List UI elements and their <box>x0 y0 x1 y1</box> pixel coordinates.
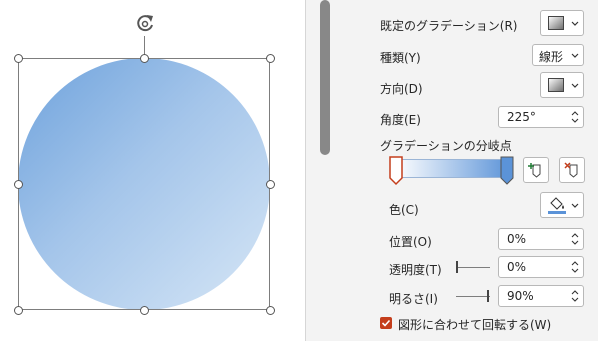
transparency-value: 0% <box>507 260 527 274</box>
position-label: 位置(O) <box>389 235 432 249</box>
scrollbar-thumb[interactable] <box>320 0 330 155</box>
type-select[interactable]: 線形 <box>532 44 584 66</box>
type-select-value: 線形 <box>539 50 564 64</box>
spin-arrows-icon[interactable] <box>571 259 579 275</box>
position-value: 0% <box>507 232 527 246</box>
gradient-preview-icon <box>548 16 564 30</box>
resize-handle-left[interactable] <box>14 180 23 189</box>
resize-handle-top-right[interactable] <box>266 54 275 63</box>
add-gradient-stop-button[interactable] <box>523 157 549 183</box>
paint-bucket-icon <box>548 197 566 214</box>
rotate-with-shape-label[interactable]: 図形に合わせて回転する(W) <box>398 316 551 333</box>
gradient-stops-bar[interactable] <box>394 159 512 178</box>
type-label: 種類(Y) <box>380 51 421 65</box>
angle-label: 角度(E) <box>380 113 421 127</box>
gradient-preview-icon <box>548 78 564 92</box>
spin-arrows-icon[interactable] <box>571 288 579 304</box>
gradient-stops-heading: グラデーションの分岐点 <box>380 139 512 153</box>
spin-arrows-icon[interactable] <box>571 109 579 125</box>
rotate-with-shape-checkbox[interactable] <box>380 317 392 329</box>
direction-dropdown[interactable] <box>540 72 584 98</box>
resize-handle-bottom-left[interactable] <box>14 306 23 315</box>
color-picker-button[interactable] <box>540 192 584 218</box>
angle-spinner[interactable]: 225° <box>498 106 584 128</box>
brightness-label: 明るさ(I) <box>389 292 438 306</box>
checkmark-icon <box>381 319 391 327</box>
transparency-label: 透明度(T) <box>389 263 442 277</box>
spin-arrows-icon[interactable] <box>571 231 579 247</box>
rotate-icon[interactable] <box>134 12 156 34</box>
preset-gradient-dropdown[interactable] <box>540 10 584 36</box>
preset-gradient-label: 既定のグラデーション(R) <box>380 19 518 33</box>
transparency-slider[interactable] <box>456 267 490 268</box>
brightness-value: 90% <box>507 289 534 303</box>
resize-handle-top[interactable] <box>140 54 149 63</box>
chevron-down-icon <box>571 53 579 58</box>
chevron-down-icon <box>571 21 579 26</box>
resize-handle-bottom[interactable] <box>140 306 149 315</box>
brightness-spinner[interactable]: 90% <box>498 285 584 307</box>
remove-stop-icon <box>564 162 578 178</box>
brightness-slider-thumb[interactable] <box>486 290 489 302</box>
resize-handle-top-left[interactable] <box>14 54 23 63</box>
resize-handle-right[interactable] <box>266 180 275 189</box>
remove-gradient-stop-button[interactable] <box>559 157 585 183</box>
selection-box <box>18 58 270 310</box>
add-stop-icon <box>528 163 541 178</box>
chevron-down-icon <box>571 83 579 88</box>
transparency-spinner[interactable]: 0% <box>498 256 584 278</box>
chevron-down-icon <box>571 203 579 208</box>
resize-handle-bottom-right[interactable] <box>266 306 275 315</box>
direction-label: 方向(D) <box>380 82 423 96</box>
gradient-stop-2[interactable] <box>500 156 514 186</box>
gradient-stop-1[interactable] <box>389 156 403 186</box>
color-label: 色(C) <box>389 203 419 217</box>
position-spinner[interactable]: 0% <box>498 228 584 250</box>
transparency-slider-thumb[interactable] <box>456 261 458 273</box>
brightness-slider[interactable] <box>456 296 490 297</box>
angle-value: 225° <box>507 110 536 124</box>
